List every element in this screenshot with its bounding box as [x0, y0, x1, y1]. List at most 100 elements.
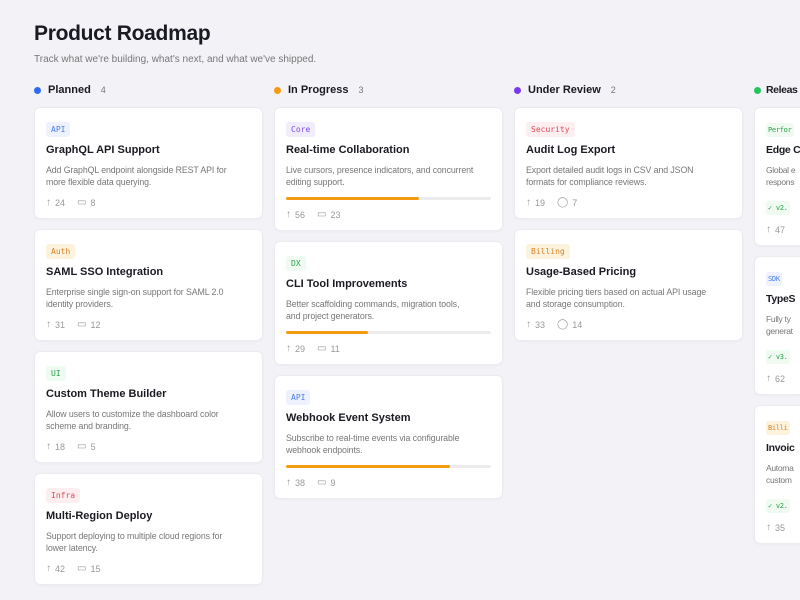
- comment-icon: ▭: [77, 197, 87, 208]
- category-tag: API: [46, 122, 71, 137]
- category-tag: SDK: [766, 272, 782, 286]
- upvote-button[interactable]: ↑ 56: [286, 209, 305, 220]
- vote-count: 42: [55, 563, 66, 574]
- description-line: Enterprise single sign-on support for SA…: [46, 287, 224, 297]
- column-header: In Progress 3: [274, 82, 503, 98]
- upvote-button[interactable]: ↑ 31: [46, 319, 65, 330]
- arrow-up-icon: ↑: [766, 224, 771, 235]
- comment-count: 9: [330, 477, 336, 488]
- progress-fill: [286, 331, 368, 334]
- roadmap-card[interactable]: DX CLI Tool Improvements Better scaffold…: [274, 241, 503, 365]
- release-version-badge: ✓ v2.: [766, 201, 790, 215]
- comment-count: 23: [330, 209, 341, 220]
- comment-count: 15: [90, 563, 101, 574]
- comments-button[interactable]: ◯ 7: [557, 197, 577, 208]
- upvote-button[interactable]: ↑ 24: [46, 197, 65, 208]
- column-count: 3: [358, 85, 364, 95]
- upvote-button[interactable]: ↑ 35: [766, 522, 785, 533]
- card-title: Custom Theme Builder: [46, 388, 167, 400]
- roadmap-card[interactable]: API GraphQL API Support Add GraphQL endp…: [34, 107, 263, 219]
- comment-count: 11: [330, 343, 340, 354]
- description-line: Global e: [766, 165, 796, 175]
- status-dot-icon: [514, 86, 521, 94]
- comments-button[interactable]: ▭ 12: [77, 319, 100, 330]
- card-title: TypeS: [766, 293, 796, 305]
- upvote-button[interactable]: ↑ 42: [46, 563, 65, 574]
- description-line: Live cursors, presence indicators, and c…: [286, 165, 474, 175]
- vote-count: 35: [775, 522, 786, 533]
- progress-bar: [286, 465, 491, 468]
- card-title: Invoic: [766, 442, 795, 454]
- card-title: Audit Log Export: [526, 144, 616, 156]
- vote-count: 31: [55, 319, 66, 330]
- card-description: Add GraphQL endpoint alongside REST API …: [46, 164, 251, 188]
- category-tag: API: [286, 390, 311, 405]
- comments-button[interactable]: ▭ 15: [77, 563, 100, 574]
- description-line: Subscribe to real-time events via config…: [286, 433, 460, 443]
- vote-count: 47: [775, 224, 786, 235]
- arrow-up-icon: ↑: [526, 197, 531, 208]
- comments-button[interactable]: ▭ 8: [77, 197, 95, 208]
- category-tag: Core: [286, 122, 316, 137]
- card-meta: ↑ 19 ◯ 7: [526, 197, 731, 208]
- comment-count: 12: [90, 319, 101, 330]
- roadmap-card[interactable]: SDK TypeS Fully ty generat ✓ v3. ↑ 62: [754, 256, 800, 395]
- description-line: formats for compliance reviews.: [526, 177, 647, 187]
- roadmap-card[interactable]: Auth SAML SSO Integration Enterprise sin…: [34, 229, 263, 341]
- arrow-up-icon: ↑: [46, 319, 51, 330]
- description-line: more flexible data querying.: [46, 177, 152, 187]
- column-title: Planned: [48, 84, 91, 96]
- roadmap-card[interactable]: Billi Invoic Automa custom ✓ v2. ↑ 35: [754, 405, 800, 544]
- comments-button[interactable]: ▭ 11: [317, 343, 340, 354]
- comments-button[interactable]: ◯ 14: [557, 319, 582, 330]
- upvote-button[interactable]: ↑ 19: [526, 197, 545, 208]
- upvote-button[interactable]: ↑ 47: [766, 224, 785, 235]
- roadmap-card[interactable]: Infra Multi-Region Deploy Support deploy…: [34, 473, 263, 585]
- roadmap-card[interactable]: Perfor Edge C Global e respons ✓ v2. ↑ 47: [754, 107, 800, 246]
- comments-button[interactable]: ▭ 23: [317, 209, 340, 220]
- vote-count: 18: [55, 441, 66, 452]
- roadmap-card[interactable]: Security Audit Log Export Export detaile…: [514, 107, 743, 219]
- description-line: webhook endpoints.: [286, 445, 363, 455]
- card-title: Edge C: [766, 144, 800, 156]
- column-releas: Releas Perfor Edge C Global e respons ✓ v2…: [754, 82, 800, 595]
- category-tag: Auth: [46, 244, 76, 259]
- category-tag: UI: [46, 366, 66, 381]
- column-title: Releas: [766, 84, 798, 96]
- card-meta: ↑ 38 ▭ 9: [286, 477, 491, 488]
- status-dot-icon: [274, 86, 281, 94]
- upvote-button[interactable]: ↑ 62: [766, 373, 785, 384]
- roadmap-card[interactable]: UI Custom Theme Builder Allow users to c…: [34, 351, 263, 463]
- comment-count: 5: [90, 441, 96, 452]
- comment-icon: ▭: [77, 441, 87, 452]
- description-line: generat: [766, 326, 793, 336]
- description-line: and project generators.: [286, 311, 375, 321]
- upvote-button[interactable]: ↑ 33: [526, 319, 545, 330]
- roadmap-card[interactable]: API Webhook Event System Subscribe to re…: [274, 375, 503, 499]
- comments-button[interactable]: ▭ 9: [317, 477, 335, 488]
- arrow-up-icon: ↑: [526, 319, 531, 330]
- comment-count: 7: [572, 197, 578, 208]
- comments-button[interactable]: ▭ 5: [77, 441, 95, 452]
- upvote-button[interactable]: ↑ 18: [46, 441, 65, 452]
- progress-fill: [286, 197, 420, 200]
- description-line: and storage consumption.: [526, 299, 625, 309]
- roadmap-card[interactable]: Core Real-time Collaboration Live cursor…: [274, 107, 503, 231]
- roadmap-card[interactable]: Billing Usage-Based Pricing Flexible pri…: [514, 229, 743, 341]
- column-in-progress: In Progress 3 Core Real-time Collaborati…: [274, 82, 503, 595]
- upvote-button[interactable]: ↑ 29: [286, 343, 305, 354]
- card-meta: ↑ 35: [766, 522, 800, 533]
- card-description: Live cursors, presence indicators, and c…: [286, 164, 491, 188]
- upvote-button[interactable]: ↑ 38: [286, 477, 305, 488]
- card-meta: ↑ 42 ▭ 15: [46, 563, 251, 574]
- description-line: Automa: [766, 463, 794, 473]
- comment-icon: ▭: [317, 209, 327, 220]
- description-line: lower latency.: [46, 543, 98, 553]
- column-planned: Planned 4 API GraphQL API Support Add Gr…: [34, 82, 263, 595]
- card-meta: ↑ 62: [766, 373, 800, 384]
- description-line: Export detailed audit logs in CSV and JS…: [526, 165, 694, 175]
- arrow-up-icon: ↑: [286, 477, 291, 488]
- vote-count: 29: [295, 343, 306, 354]
- progress-bar: [286, 197, 491, 200]
- category-tag: DX: [286, 256, 306, 271]
